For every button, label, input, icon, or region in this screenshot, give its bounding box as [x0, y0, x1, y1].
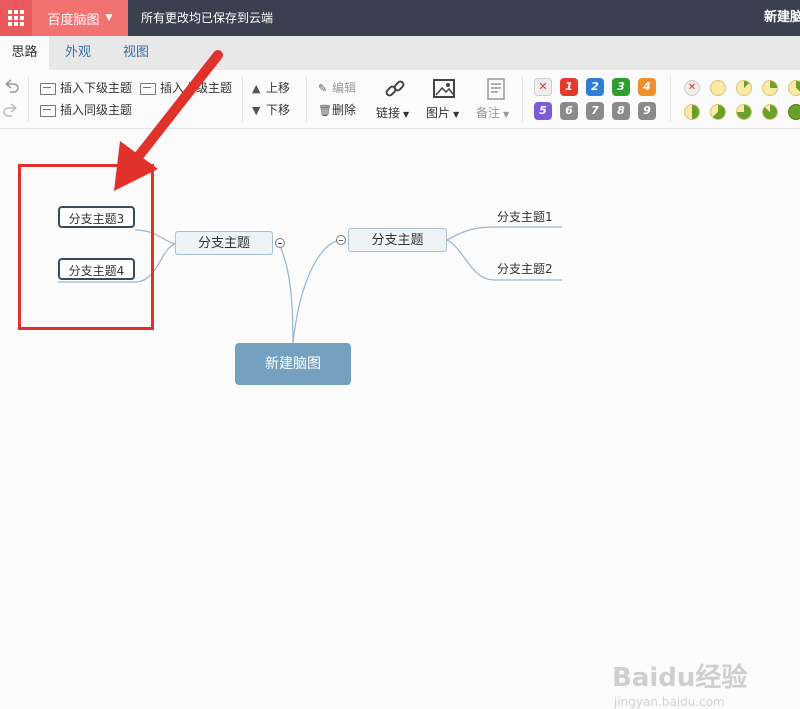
image-label: 图片 [426, 106, 451, 120]
progress-clear-button[interactable]: ✕ [684, 80, 700, 96]
collapse-icon[interactable] [336, 235, 346, 245]
topic-node-left-branch[interactable]: 分支主题 [175, 231, 273, 255]
trash-icon: 🗑 [318, 104, 332, 117]
priority-badge-9[interactable]: 9 [638, 102, 656, 120]
image-button[interactable]: 图片 ▼ [426, 104, 459, 121]
priority-badge-2[interactable]: 2 [586, 78, 604, 96]
move-down-button[interactable]: ▼ 下移 [252, 101, 290, 118]
top-bar: 百度脑图 ▼ 所有更改均已保存到云端 新建脑图 [0, 0, 800, 36]
progress-100pct-button[interactable] [788, 104, 800, 120]
progress-87.5pct-button[interactable] [762, 104, 778, 120]
save-status: 所有更改均已保存到云端 [141, 11, 274, 25]
watermark-url: jingyan.baidu.com [614, 695, 725, 709]
progress-25pct-button[interactable] [762, 80, 778, 96]
progress-50pct-button[interactable] [684, 104, 700, 120]
image-icon[interactable] [432, 78, 456, 100]
note-button[interactable]: 备注 ▼ [476, 104, 509, 121]
priority-badge-3[interactable]: 3 [612, 78, 630, 96]
document-title[interactable]: 新建脑图 [764, 0, 800, 36]
priority-badge-8[interactable]: 8 [612, 102, 630, 120]
pencil-icon: ✎ [318, 82, 328, 95]
priority-badge-7[interactable]: 7 [586, 102, 604, 120]
tab-appearance[interactable]: 外观 [52, 36, 104, 70]
topic-node-right-branch[interactable]: 分支主题 [348, 228, 447, 252]
move-down-label: 下移 [266, 103, 291, 117]
grid-icon [8, 10, 24, 26]
chevron-down-icon: ▼ [403, 110, 410, 119]
move-up-label: 上移 [266, 81, 291, 95]
progress-75pct-button[interactable] [736, 104, 752, 120]
priority-badge-1[interactable]: 1 [560, 78, 578, 96]
edit-label: 编辑 [332, 81, 357, 95]
topic-node-branch2[interactable]: 分支主题2 [497, 260, 553, 277]
edit-button[interactable]: ✎ 编辑 [318, 79, 356, 96]
note-label: 备注 [476, 106, 501, 120]
chevron-down-icon: ▼ [453, 110, 460, 119]
tab-idea[interactable]: 思路 [0, 36, 49, 70]
collapse-icon[interactable] [275, 238, 285, 248]
undo-icon[interactable] [2, 78, 20, 96]
chevron-down-icon: ▼ [503, 110, 510, 119]
redo-icon[interactable] [2, 102, 20, 120]
app-menu-button[interactable]: 百度脑图 ▼ [32, 0, 128, 36]
chevron-down-icon: ▼ [105, 13, 113, 23]
delete-button[interactable]: 🗑删除 [318, 101, 356, 118]
progress-62.5pct-button[interactable] [710, 104, 726, 120]
progress-0pct-button[interactable] [710, 80, 726, 96]
link-icon[interactable] [383, 78, 407, 100]
priority-badge-5[interactable]: 5 [534, 102, 552, 120]
priority-badge-4[interactable]: 4 [638, 78, 656, 96]
app-name: 百度脑图 [47, 12, 100, 28]
insert-child-icon [40, 82, 56, 95]
link-button[interactable]: 链接 ▼ [376, 104, 409, 121]
arrow-down-icon: ▼ [252, 104, 261, 117]
progress-12.5pct-button[interactable] [736, 80, 752, 96]
topic-node-branch1[interactable]: 分支主题1 [497, 208, 553, 225]
arrow-up-icon: ▲ [252, 82, 261, 95]
link-label: 链接 [376, 106, 401, 120]
insert-sibling-icon [40, 104, 56, 117]
apps-grid-button[interactable] [0, 0, 32, 36]
priority-clear-button[interactable]: ✕ [534, 78, 552, 96]
watermark-logo: Baidu经验 [612, 663, 748, 693]
priority-badge-6[interactable]: 6 [560, 102, 578, 120]
root-topic-node[interactable]: 新建脑图 [235, 343, 351, 385]
mindmap-canvas[interactable]: 分支主题3 分支主题4 分支主题 分支主题 分支主题1 分支主题2 新建脑图 B… [0, 50, 800, 709]
move-up-button[interactable]: ▲ 上移 [252, 79, 290, 96]
progress-37.5pct-button[interactable] [788, 80, 800, 96]
delete-label: 删除 [332, 103, 357, 117]
note-icon[interactable] [484, 78, 508, 100]
red-arrow-icon [114, 50, 223, 191]
